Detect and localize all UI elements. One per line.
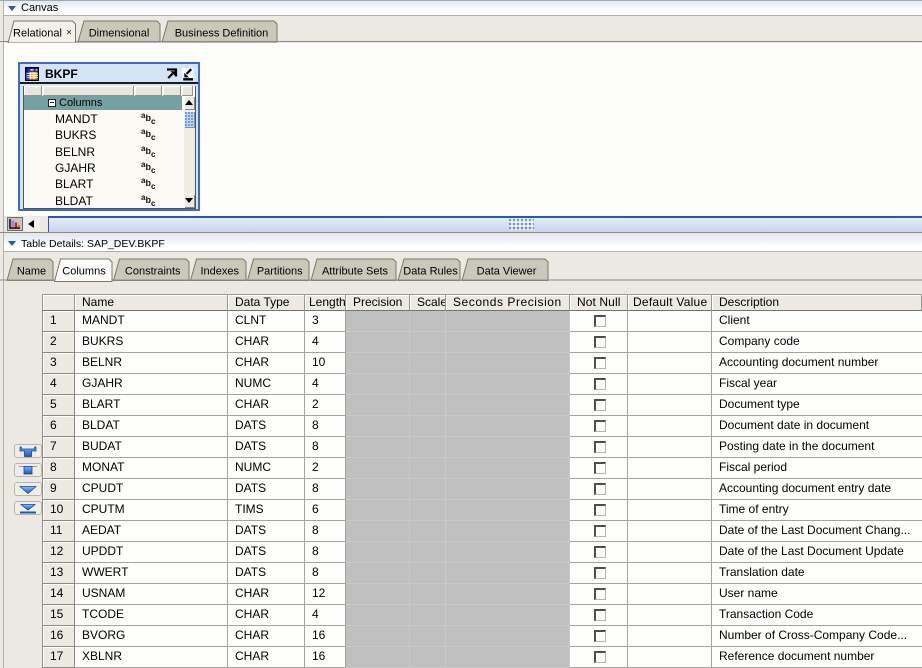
svg-text:Business Definition: Business Definition — [175, 28, 269, 40]
svg-text:Attribute Sets: Attribute Sets — [322, 266, 389, 278]
svg-text:Constraints: Constraints — [125, 266, 181, 278]
svg-text:Indexes: Indexes — [200, 266, 239, 278]
svg-text:Data Rules: Data Rules — [403, 266, 458, 278]
svg-text:Data Viewer: Data Viewer — [477, 266, 537, 278]
svg-text:Name: Name — [17, 266, 46, 278]
svg-text:Dimensional: Dimensional — [89, 28, 150, 40]
svg-text:×: × — [66, 28, 72, 39]
svg-text:Relational: Relational — [13, 28, 62, 40]
svg-text:Partitions: Partitions — [257, 266, 303, 278]
svg-text:Columns: Columns — [62, 266, 106, 278]
